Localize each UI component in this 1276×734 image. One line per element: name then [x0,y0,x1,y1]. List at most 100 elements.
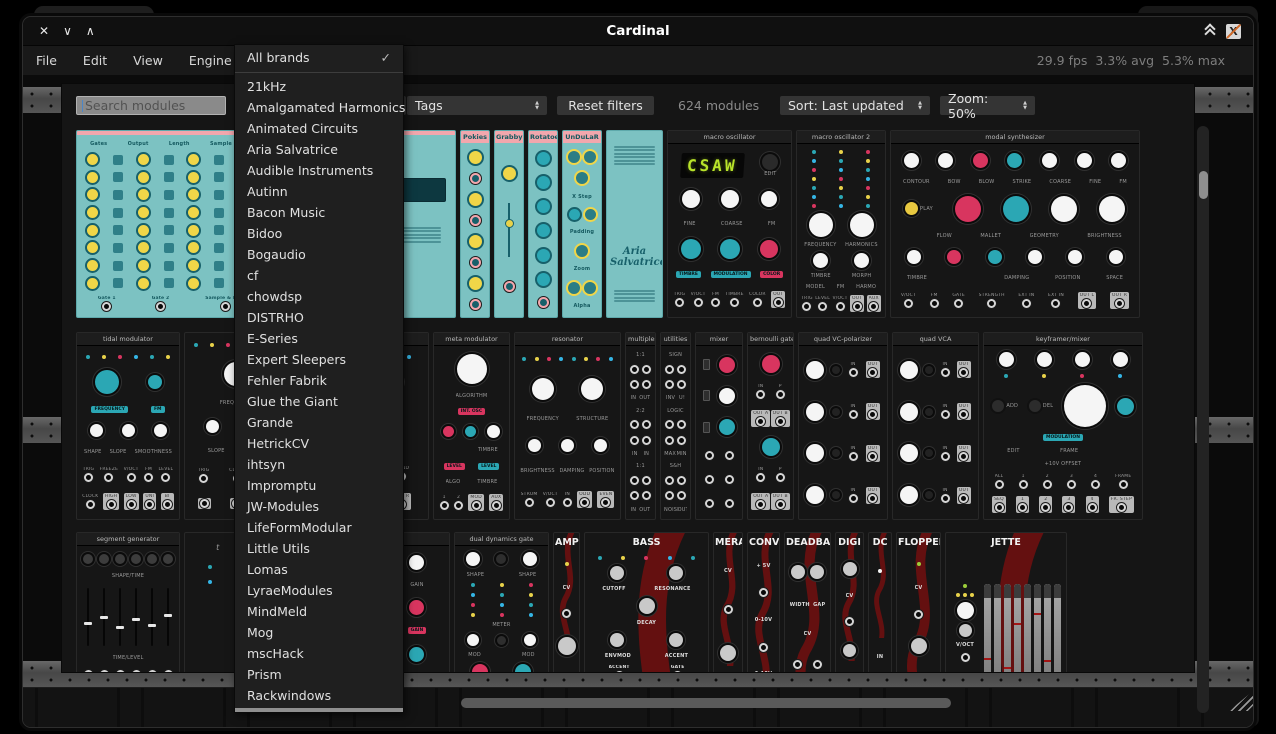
module-feature-row [839,617,860,626]
vertical-scrollbar-thumb[interactable] [1199,171,1208,199]
module-card-quad-vc-polarizer[interactable]: quad VC-polarizerINOUTINOUTINOUTINOUT [798,332,888,520]
module-card-dc[interactable]: DCIN [868,532,892,673]
module-feature-row [588,633,705,647]
brand-menu-item[interactable]: HetrickCV [235,433,403,454]
port-jack: FM [711,292,720,307]
module-card-meta-modulator[interactable]: meta modulatorALGORITHMINT. OSCTIMBRELEV… [433,332,510,520]
search-input[interactable]: Search modules [76,96,226,115]
module-card-undular[interactable]: UnDuLaRX StepPaddingZoomAlpha [562,130,602,318]
brand-menu-item[interactable]: DISTRHO [235,307,403,328]
brand-menu-item[interactable]: LifeFormModular [235,517,403,538]
module-card-flopper[interactable]: FLOPPERCVIN [896,532,941,673]
module-card-quad-vca[interactable]: quad VCAINOUTINOUTINOUTINOUT [892,332,979,520]
module-card-rotatoes[interactable]: Rotatoes [528,130,558,318]
module-card-amp[interactable]: AMPCVIN [553,532,580,673]
brand-menu-item[interactable]: JW-Modules [235,496,403,517]
brand-menu-item[interactable]: chowdsp [235,286,403,307]
brand-menu-item[interactable]: Lomas [235,559,403,580]
brand-menu-item[interactable]: Audible Instruments [235,160,403,181]
module-card-utilities[interactable]: utilitiesSIGNINVU!LOGICMAXMINS&HNOISEOUT [660,332,691,520]
module-card-conv[interactable]: CONV+ 5V0-10V0-10V [747,532,780,673]
tags-filter-select[interactable]: Tags ▲▼ [407,96,547,115]
module-card-dual-dynamics-gate[interactable]: dual dynamics gateSHAPESHAPEMETERMODMODL… [454,532,549,673]
module-feature-row [900,562,937,566]
module-card-pokies[interactable]: Pokies [460,130,490,318]
module-card-bass[interactable]: BASSCUTOFFRESONANCEDECAYENVMODACCENTACCE… [584,532,709,673]
brand-menu-item[interactable]: Bogaudio [235,244,403,265]
port-jack: LEVEL [158,467,173,482]
brand-menu-item[interactable]: Expert Sleepers [235,349,403,370]
brand-menu-item[interactable]: cf [235,265,403,286]
port-jack: FRAME [1115,474,1131,489]
menu-item-edit[interactable]: Edit [70,46,120,76]
module-card-macro-oscillator-2[interactable]: macro oscillator 2FREQUENCYHARMONICSTIMB… [796,130,886,318]
module-card-deadband[interactable]: DEADBANDWIDTHGAPCV [784,532,831,673]
step-cell [164,243,174,253]
module-card-mixer[interactable]: mixer [695,332,743,520]
knob [188,242,199,253]
module-label: EDIT [1007,448,1019,454]
brand-menu-item[interactable]: 21kHz [235,76,403,97]
brand-menu-item[interactable]: Rackwindows [235,685,403,706]
module-card-modal-synthesizer[interactable]: modal synthesizerCONTOURBOWBLOWSTRIKECOA… [890,130,1140,318]
module-panel: V/OCT [946,550,1066,673]
module-card-macro-oscillator[interactable]: macro oscillatorCSAWEDITFINECOARSEFMTIMB… [667,130,792,318]
module-feature-row: TRIGFREEZEV/OCTFMLEVEL [80,467,176,482]
led-icon [208,580,212,584]
module-card-digi[interactable]: DIGICVANALOG [835,532,864,673]
module-card-tidal-modulator[interactable]: tidal modulatorFREQUENCYFMSHAPESLOPESMOO… [76,332,180,520]
brand-menu-item[interactable]: Impromptu [235,475,403,496]
menu-item-view[interactable]: View [120,46,176,76]
brand-menu-item[interactable]: ihtsyn [235,454,403,475]
vertical-scrollbar[interactable] [1197,126,1209,713]
brand-menu-item[interactable]: Autinn [235,181,403,202]
module-card-resonator[interactable]: resonatorFREQUENCYSTRUCTUREBRIGHTNESSDAM… [514,332,621,520]
brand-menu-item[interactable]: LyraeModules [235,580,403,601]
port-hole [492,501,501,510]
module-card-multiples[interactable]: multiples1:1INOUT2:2ININ1:1INOUT [625,332,656,520]
port-label: MOD [470,495,482,500]
brand-menu-item[interactable]: Aria Salvatrice [235,139,403,160]
brand-menu-item[interactable]: Prism [235,664,403,685]
paragraph-placeholder [610,288,659,304]
module-card-grabby[interactable]: Grabby [494,130,524,318]
menu-item-file[interactable]: File [23,46,70,76]
brand-menu-item[interactable]: Mog [235,622,403,643]
brand-menu-item[interactable]: E-Series [235,328,403,349]
module-card-mera[interactable]: MERACV [713,532,743,673]
rollup-icon[interactable] [1204,25,1218,37]
port-hole [914,610,923,619]
brand-menu-item[interactable]: Grande [235,412,403,433]
brand-menu-item[interactable]: Bidoo [235,223,403,244]
led-icon [210,343,214,347]
brand-menu-item[interactable]: MindMeld [235,601,403,622]
port-hole [959,452,968,461]
port-jack [642,420,651,429]
port-label: SEQ [994,497,1004,502]
brand-menu-item[interactable]: Bacon Music [235,202,403,223]
module-card-jette[interactable]: JETTEV/OCT [945,532,1067,673]
module-card-bernoulli-gate[interactable]: bernoulli gateINPOUT AOUT BINPOUT AOUT B [747,332,794,520]
brand-menu-item[interactable]: mscHack [235,643,403,664]
horizontal-scrollbar-thumb[interactable] [461,698,951,708]
brand-menu-item[interactable]: Glue the Giant [235,391,403,412]
reset-filters-button[interactable]: Reset filters [557,96,654,115]
module-feature-row: INOUT [802,444,884,462]
module-title: keyframer/mixer [984,333,1142,346]
module-card-unnamed[interactable]: AriaSalvatrice [606,130,663,318]
port-hole [730,298,739,307]
module-card-keyframer-mixer[interactable]: keyframer/mixerADDDELMODULATIONEDITFRAME… [983,332,1143,520]
module-card-segment-generator[interactable]: segment generatorSHAPE/TIMETIME/LEVELGAT… [76,532,180,673]
module-panel: CSAWEDITFINECOARSEFMTIMBREMODULATIONCOLO… [668,144,791,317]
knob [791,565,805,579]
fps-stats: 29.9 fps 3.3% avg 5.3% max [1037,53,1225,68]
zoom-select[interactable]: Zoom: 50% ▲▼ [940,96,1035,115]
brand-menu-item[interactable]: Fehler Fabrik [235,370,403,391]
brand-menu-item[interactable]: Animated Circuits [235,118,403,139]
brand-menu-item-all[interactable]: All brands ✓ [235,45,403,71]
module-feature-row [80,554,176,564]
sort-select[interactable]: Sort: Last updated ▲▼ [780,96,930,115]
brand-menu-item[interactable]: Amalgamated Harmonics [235,97,403,118]
module-feature-row: 2:2 [629,408,652,414]
brand-menu-item[interactable]: Little Utils [235,538,403,559]
